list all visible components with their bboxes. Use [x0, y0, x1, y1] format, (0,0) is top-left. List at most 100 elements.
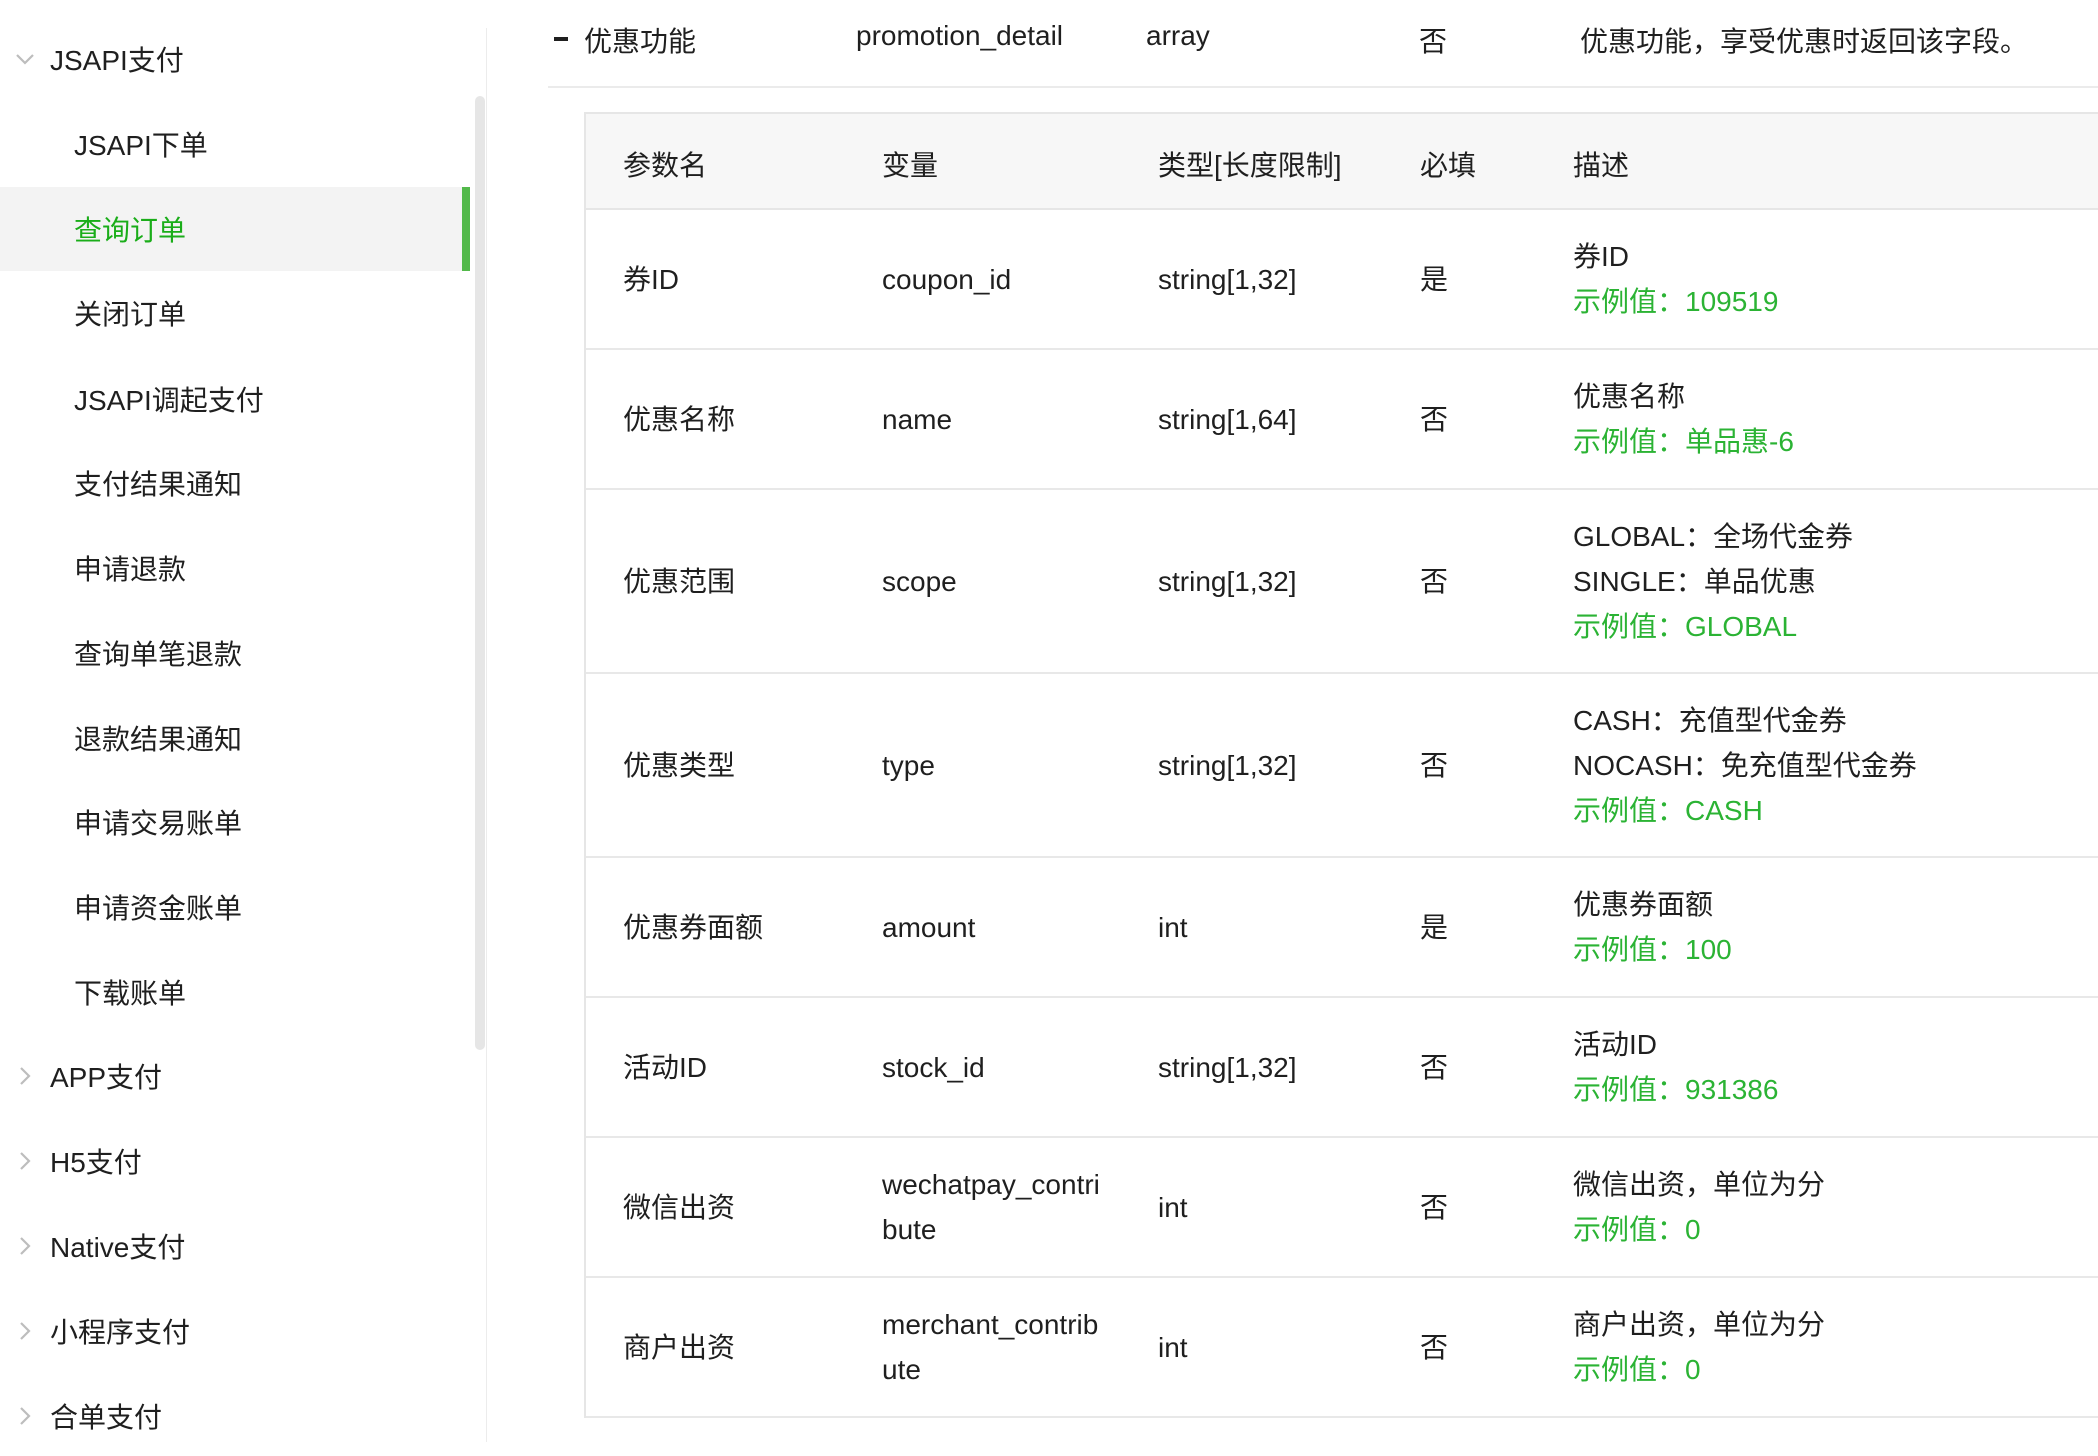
cell-name: 券ID: [623, 264, 680, 295]
sidebar-divider: [486, 28, 487, 1442]
table-row: 活动ID stock_id string[1,32] 否 活动ID 示例值：93…: [586, 998, 2098, 1138]
sidebar-scrollbar[interactable]: [475, 96, 485, 1050]
cell-type: int: [1158, 912, 1188, 943]
sidebar-item-label: 申请退款: [74, 554, 187, 585]
sidebar-item-label: 申请资金账单: [74, 893, 243, 924]
sidebar-item-label: JSAPI下单: [74, 130, 208, 161]
table-row: 优惠类型 type string[1,32] 否 CASH：充值型代金券 NOC…: [586, 674, 2098, 858]
example-value: 示例值：GLOBAL: [1573, 611, 1798, 642]
desc-line: CASH：充值型代金券: [1573, 705, 1847, 736]
cell-desc: CASH：充值型代金券 NOCASH：免充值型代金券 示例值：CASH: [1573, 698, 2093, 833]
desc-line: GLOBAL：全场代金券: [1573, 521, 1854, 552]
cell-required: 否: [1420, 750, 1449, 781]
chevron-right-icon: [0, 1150, 50, 1172]
cell-name: 活动ID: [623, 1052, 708, 1083]
cell-type: int: [1158, 1192, 1188, 1223]
cell-required: 否: [1420, 1192, 1449, 1223]
header-var: 变量: [882, 150, 939, 181]
sidebar-group-label: 合单支付: [50, 1402, 163, 1433]
example-value: 示例值：931386: [1573, 1074, 1779, 1105]
param-name: 优惠功能: [584, 26, 697, 57]
cell-type: string[1,32]: [1158, 750, 1297, 781]
chevron-right-icon: [0, 1320, 50, 1342]
cell-required: 否: [1420, 566, 1449, 597]
header-name: 参数名: [623, 150, 708, 181]
desc-line: 券ID: [1573, 241, 1630, 272]
example-value: 示例值：100: [1573, 934, 1732, 965]
chevron-down-icon: [0, 52, 50, 66]
sidebar-group-app[interactable]: APP支付: [0, 1036, 470, 1116]
sidebar-item-query-order[interactable]: 查询订单: [0, 187, 470, 271]
cell-var: type: [882, 750, 935, 781]
table-header: 参数名 变量 类型[长度限制] 必填 描述: [586, 112, 2098, 210]
sidebar-item-refund[interactable]: 申请退款: [0, 526, 470, 610]
chevron-right-icon: [0, 1235, 50, 1257]
cell-desc: 优惠券面额 示例值：100: [1573, 882, 2093, 972]
sidebar-group-jsapi[interactable]: JSAPI支付: [0, 19, 470, 99]
header-type: 类型[长度限制]: [1158, 150, 1342, 181]
promotion-detail-table: 参数名 变量 类型[长度限制] 必填 描述 券ID coupon_id stri…: [584, 112, 2098, 1418]
table-row: 优惠范围 scope string[1,32] 否 GLOBAL：全场代金券 S…: [586, 490, 2098, 674]
cell-type: string[1,64]: [1158, 404, 1297, 435]
cell-type: string[1,32]: [1158, 1052, 1297, 1083]
sidebar-group-label: APP支付: [50, 1062, 163, 1093]
desc-line: NOCASH：免充值型代金券: [1573, 750, 1917, 781]
cell-name: 优惠券面额: [623, 912, 764, 943]
cell-var: stock_id: [882, 1052, 985, 1083]
sidebar-nav: JSAPI支付 JSAPI下单 查询订单 关闭订单 JSAPI调起支付 支付结果…: [0, 0, 487, 1442]
example-value: 示例值：CASH: [1573, 795, 1763, 826]
cell-type: string[1,32]: [1158, 566, 1297, 597]
cell-var: coupon_id: [882, 264, 1012, 295]
sidebar-item-jsapi-order[interactable]: JSAPI下单: [0, 102, 470, 186]
sidebar-item-trade-bill[interactable]: 申请交易账单: [0, 780, 470, 864]
param-type: array: [1146, 20, 1210, 51]
chevron-right-icon: [0, 1405, 50, 1427]
cell-type: int: [1158, 1332, 1188, 1363]
cell-name: 商户出资: [623, 1332, 736, 1363]
cell-desc: 优惠名称 示例值：单品惠-6: [1573, 374, 2093, 464]
desc-line: 优惠名称: [1573, 381, 1686, 412]
desc-line: 商户出资，单位为分: [1573, 1309, 1826, 1340]
example-value: 示例值：单品惠-6: [1573, 426, 1794, 457]
cell-required: 否: [1420, 1052, 1449, 1083]
example-value: 示例值：109519: [1573, 286, 1779, 317]
sidebar-item-label: 支付结果通知: [74, 469, 243, 500]
cell-name: 优惠名称: [623, 404, 736, 435]
chevron-right-icon: [0, 1065, 50, 1087]
sidebar-item-jsapi-invoke[interactable]: JSAPI调起支付: [0, 357, 470, 441]
cell-required: 否: [1420, 404, 1449, 435]
sidebar-group-native[interactable]: Native支付: [0, 1206, 470, 1286]
sidebar-group-miniprogram[interactable]: 小程序支付: [0, 1291, 470, 1371]
sidebar-item-pay-notify[interactable]: 支付结果通知: [0, 441, 470, 525]
sidebar-group-label: H5支付: [50, 1147, 142, 1178]
sidebar-group-combine[interactable]: 合单支付: [0, 1376, 470, 1456]
sidebar-item-query-refund[interactable]: 查询单笔退款: [0, 611, 470, 695]
header-required: 必填: [1420, 150, 1477, 181]
sidebar-group-h5[interactable]: H5支付: [0, 1121, 470, 1201]
sidebar-item-label: 退款结果通知: [74, 724, 243, 755]
sidebar-group-label: Native支付: [50, 1232, 186, 1263]
table-row: 优惠券面额 amount int 是 优惠券面额 示例值：100: [586, 858, 2098, 998]
cell-var: scope: [882, 566, 957, 597]
param-var: promotion_detail: [856, 20, 1064, 51]
cell-desc: 活动ID 示例值：931386: [1573, 1022, 2093, 1112]
sidebar-item-fund-bill[interactable]: 申请资金账单: [0, 865, 470, 949]
cell-desc: 微信出资，单位为分 示例值：0: [1573, 1162, 2093, 1252]
cell-var: wechatpay_contribute: [882, 1169, 1100, 1245]
sidebar-item-close-order[interactable]: 关闭订单: [0, 271, 470, 355]
example-value: 示例值：0: [1573, 1354, 1701, 1385]
sidebar-item-label: 下载账单: [74, 978, 187, 1009]
table-row: 优惠名称 name string[1,64] 否 优惠名称 示例值：单品惠-6: [586, 350, 2098, 490]
sidebar-item-download-bill[interactable]: 下载账单: [0, 950, 470, 1034]
cell-required: 是: [1420, 912, 1449, 943]
desc-line: SINGLE：单品优惠: [1573, 566, 1816, 597]
desc-line: 优惠券面额: [1573, 889, 1714, 920]
desc-line: 活动ID: [1573, 1029, 1658, 1060]
cell-name: 优惠类型: [623, 750, 736, 781]
sidebar-item-label: 查询单笔退款: [74, 639, 243, 670]
sidebar-item-refund-notify[interactable]: 退款结果通知: [0, 696, 470, 780]
cell-required: 否: [1420, 1332, 1449, 1363]
table-row: 商户出资 merchant_contribute int 否 商户出资，单位为分…: [586, 1278, 2098, 1418]
cell-var: name: [882, 404, 953, 435]
sidebar-item-label: 申请交易账单: [74, 808, 243, 839]
